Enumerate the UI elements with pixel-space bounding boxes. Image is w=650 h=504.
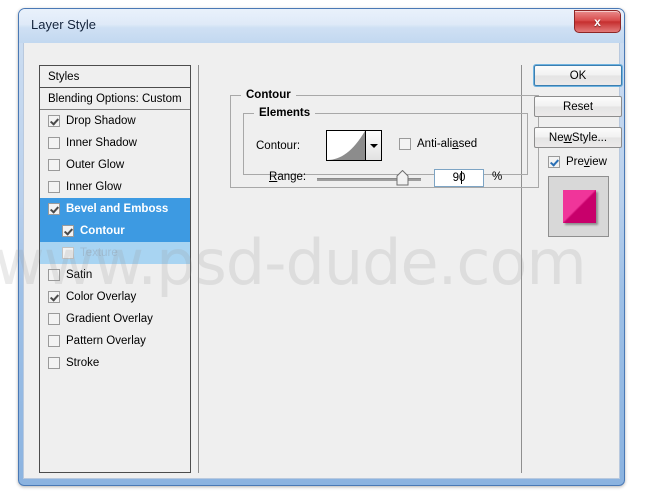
contour-group-title: Contour xyxy=(241,89,296,101)
list-item-label: Drop Shadow xyxy=(66,115,136,127)
preview-thumbnail-canvas xyxy=(552,180,605,233)
title-bar[interactable]: Layer Style x xyxy=(19,9,624,43)
settings-panel: Contour Elements Contour: Anti-aliased R… xyxy=(198,65,539,473)
checkbox-drop-shadow[interactable] xyxy=(48,115,60,127)
list-item-inner-glow[interactable]: Inner Glow xyxy=(40,176,190,198)
list-item-satin[interactable]: Satin xyxy=(40,264,190,286)
list-item-label: Texture xyxy=(80,247,118,259)
contour-curve-icon xyxy=(327,131,365,160)
checkbox-stroke[interactable] xyxy=(48,357,60,369)
contour-field-label: Contour: xyxy=(256,140,301,152)
checkbox-gradient-overlay[interactable] xyxy=(48,313,60,325)
elements-group-title: Elements xyxy=(254,107,316,119)
list-item-label: Stroke xyxy=(66,357,100,369)
range-unit-label: % xyxy=(492,171,503,183)
list-item-drop-shadow[interactable]: Drop Shadow xyxy=(40,110,190,132)
range-slider-thumb[interactable] xyxy=(396,170,409,186)
chevron-down-icon xyxy=(370,144,378,148)
list-item-label: Contour xyxy=(80,225,125,237)
contour-groupbox: Contour Elements Contour: Anti-aliased R… xyxy=(230,89,539,188)
checkbox-anti-aliased[interactable] xyxy=(399,138,411,150)
list-item-stroke[interactable]: Stroke xyxy=(40,352,190,374)
checkbox-outer-glow[interactable] xyxy=(48,159,60,171)
window-title: Layer Style xyxy=(31,17,97,32)
preview-thumbnail xyxy=(548,176,609,237)
checkbox-pattern-overlay[interactable] xyxy=(48,335,60,347)
checkbox-inner-shadow[interactable] xyxy=(48,137,60,149)
list-item-outer-glow[interactable]: Outer Glow xyxy=(40,154,190,176)
dialog-body: Styles Blending Options: Custom Drop Sha… xyxy=(23,43,622,479)
range-value-input[interactable]: 90 xyxy=(434,169,484,187)
list-item-label: Gradient Overlay xyxy=(66,313,153,325)
close-icon: x xyxy=(594,14,601,29)
list-item-label: Satin xyxy=(66,269,93,281)
close-button[interactable]: x xyxy=(574,10,621,33)
list-item-pattern-overlay[interactable]: Pattern Overlay xyxy=(40,330,190,352)
list-item-label: Bevel and Emboss xyxy=(66,203,169,215)
checkbox-contour[interactable] xyxy=(62,225,74,237)
range-field-label: Range: xyxy=(269,171,307,183)
preview-checkbox-row[interactable]: Preview xyxy=(548,156,607,168)
preview-label: Preview xyxy=(566,156,607,168)
ok-button[interactable]: OK xyxy=(534,65,622,86)
list-item-gradient-overlay[interactable]: Gradient Overlay xyxy=(40,308,190,330)
list-item-texture[interactable]: Texture xyxy=(40,242,190,264)
list-item-color-overlay[interactable]: Color Overlay xyxy=(40,286,190,308)
list-item-label: Color Overlay xyxy=(66,291,137,303)
list-item-contour[interactable]: Contour xyxy=(40,220,190,242)
text-caret xyxy=(461,171,462,184)
reset-button[interactable]: Reset xyxy=(534,96,622,117)
list-item-label: Outer Glow xyxy=(66,159,125,171)
checkbox-preview[interactable] xyxy=(548,156,560,168)
screen: Layer Style x Styles Blending Options: C… xyxy=(0,0,650,504)
list-item-inner-shadow[interactable]: Inner Shadow xyxy=(40,132,190,154)
checkbox-bevel-and-emboss[interactable] xyxy=(48,203,60,215)
anti-aliased-row[interactable]: Anti-aliased xyxy=(399,138,477,150)
checkbox-texture[interactable] xyxy=(62,247,74,259)
checkbox-satin[interactable] xyxy=(48,269,60,281)
preview-beveled-square xyxy=(563,190,596,223)
contour-curve-swatch[interactable] xyxy=(326,130,366,161)
blending-options-row[interactable]: Blending Options: Custom xyxy=(40,88,190,110)
styles-list[interactable]: Styles Blending Options: Custom Drop Sha… xyxy=(39,65,191,473)
anti-aliased-label: Anti-aliased xyxy=(417,138,478,150)
list-item-label: Pattern Overlay xyxy=(66,335,146,347)
checkbox-inner-glow[interactable] xyxy=(48,181,60,193)
checkbox-color-overlay[interactable] xyxy=(48,291,60,303)
contour-dropdown-button[interactable] xyxy=(366,130,382,161)
layer-style-dialog: Layer Style x Styles Blending Options: C… xyxy=(18,8,625,486)
list-item-bevel-and-emboss[interactable]: Bevel and Emboss xyxy=(40,198,190,220)
styles-list-header: Styles xyxy=(40,66,190,88)
list-item-label: Inner Shadow xyxy=(66,137,137,149)
slider-thumb-icon xyxy=(396,170,409,186)
elements-groupbox: Elements Contour: Anti-aliased Range: 90… xyxy=(243,107,528,187)
new-style-button[interactable]: Ne w Style... xyxy=(534,127,622,148)
list-item-label: Inner Glow xyxy=(66,181,122,193)
